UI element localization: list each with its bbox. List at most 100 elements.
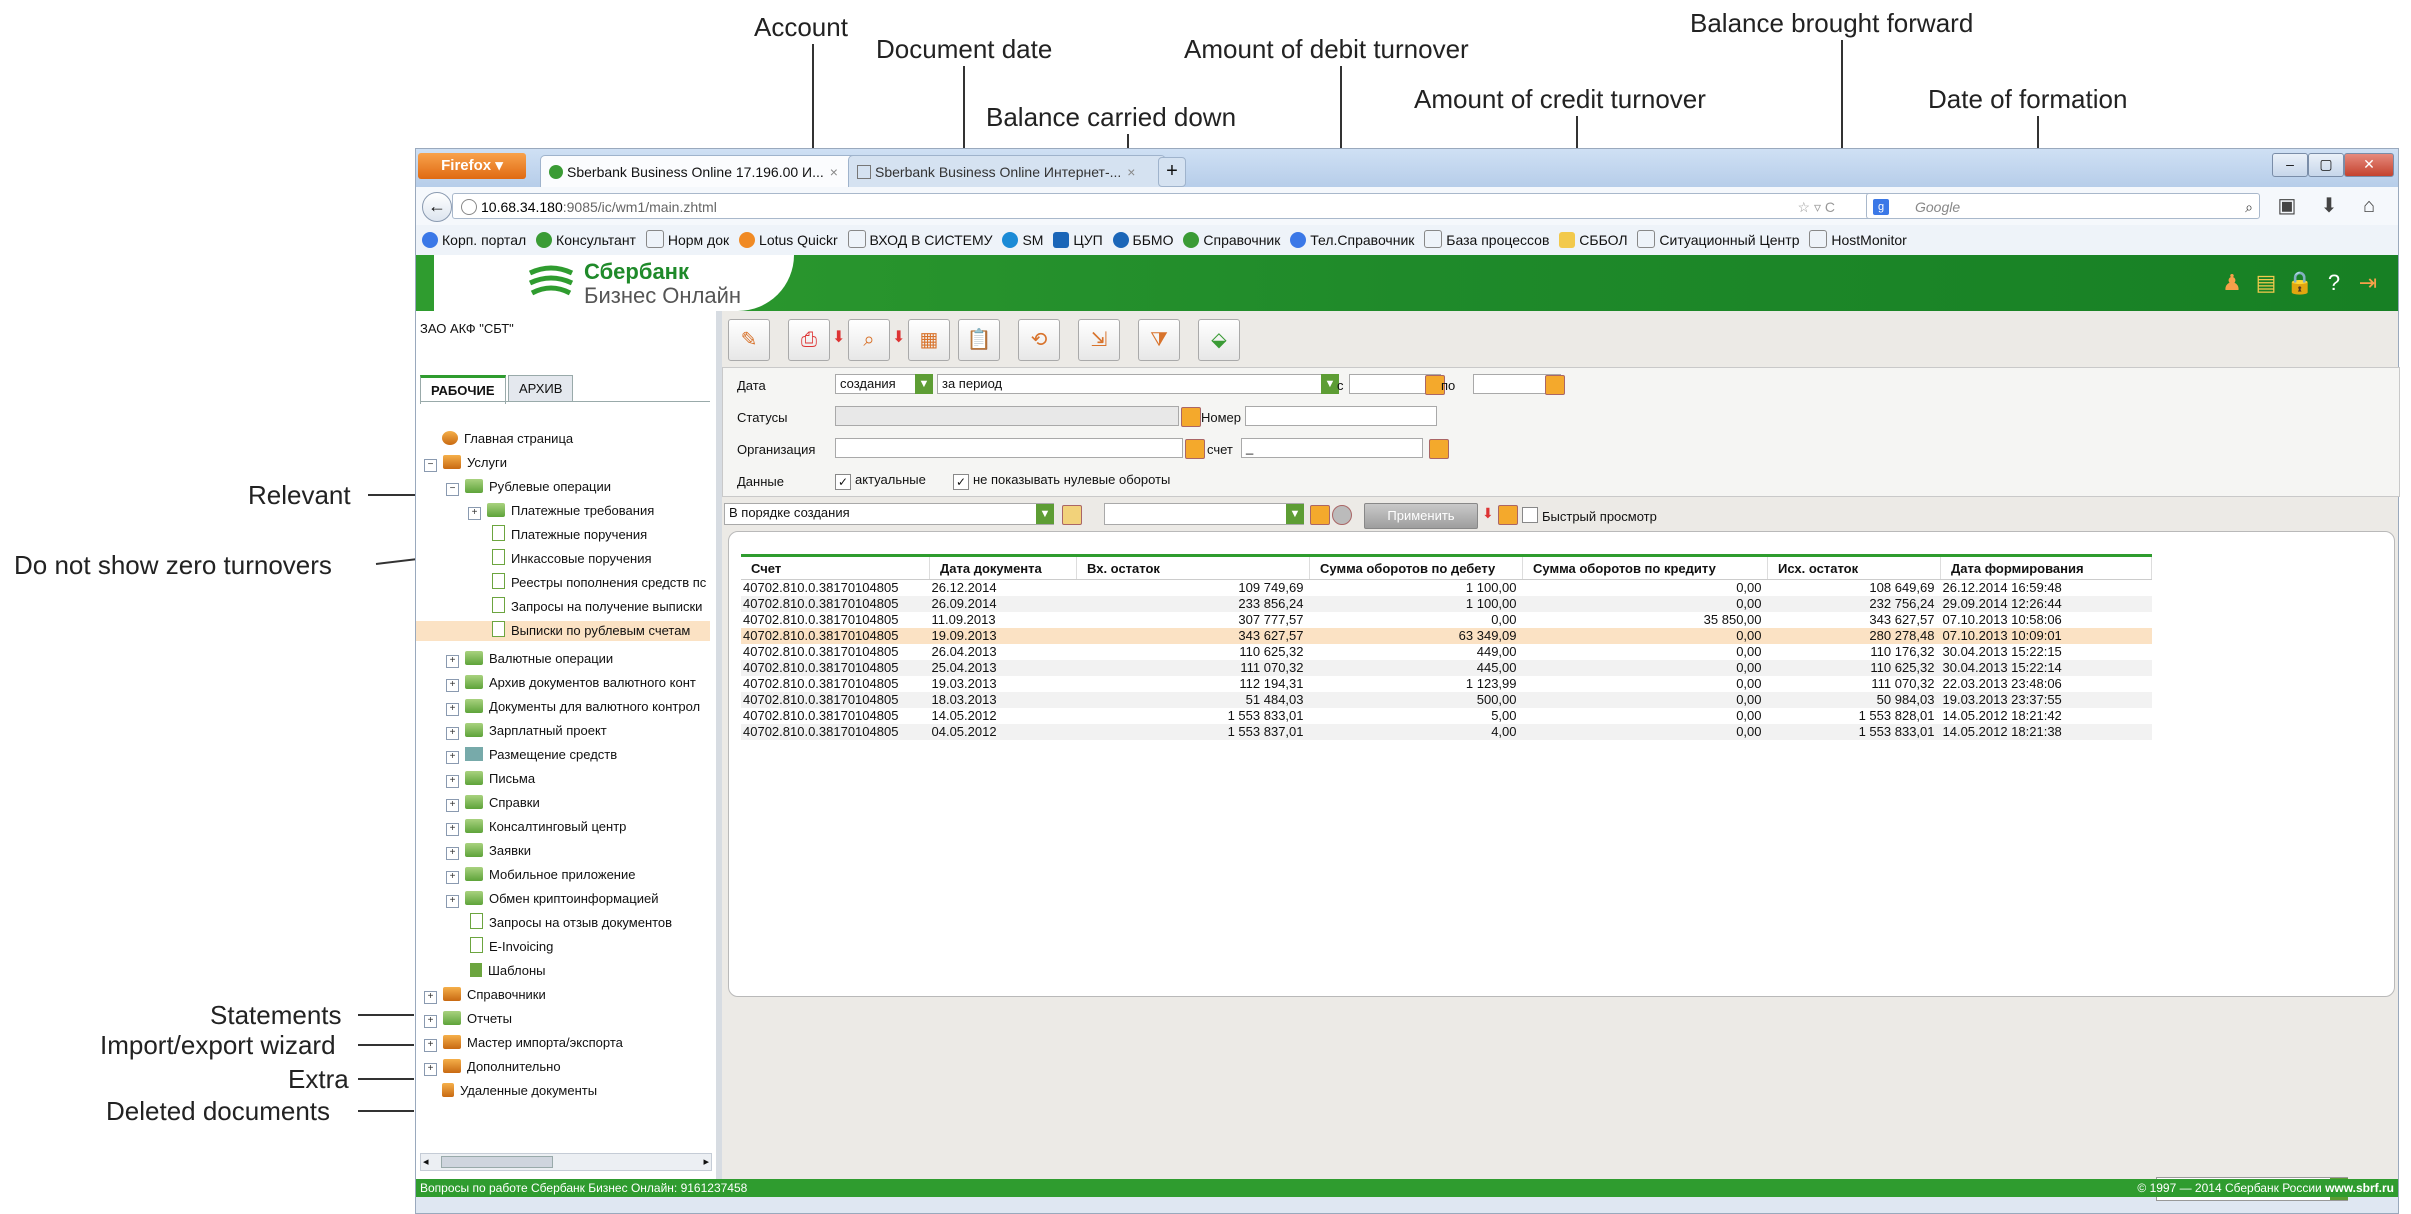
apply-button[interactable]: Применить xyxy=(1364,503,1478,529)
clear-view-icon[interactable] xyxy=(1332,505,1352,525)
column-header-debit-turnover[interactable]: Сумма оборотов по дебету xyxy=(1309,554,1523,580)
number-input[interactable] xyxy=(1245,406,1437,426)
export-button[interactable]: ⇲ xyxy=(1078,319,1120,361)
chevron-down-icon[interactable]: ▼ xyxy=(1286,504,1304,524)
sberbank-logo[interactable]: Сбербанк Бизнес Онлайн xyxy=(434,255,794,311)
tab-sberbank-active[interactable]: Sberbank Business Online 17.196.00 И... × xyxy=(540,155,858,188)
bookmark-item[interactable]: Справочник xyxy=(1183,225,1280,255)
tree-item-revocation-requests[interactable]: Запросы на отзыв документов xyxy=(470,913,672,933)
preview-dropdown-icon[interactable]: ⬇ xyxy=(892,327,905,347)
tree-item-services[interactable]: − Услуги xyxy=(424,453,507,473)
tree-item-collection-orders[interactable]: Инкассовые поручения xyxy=(492,549,652,569)
refresh-button[interactable]: ⟲ xyxy=(1018,319,1060,361)
period-select[interactable]: за период xyxy=(937,374,1333,394)
help-icon[interactable]: ? xyxy=(2320,269,2348,297)
expand-icon[interactable]: + xyxy=(446,751,459,764)
tree-item-reports[interactable]: + Отчеты xyxy=(424,1009,512,1029)
expand-icon[interactable]: + xyxy=(446,871,459,884)
expand-icon[interactable]: + xyxy=(446,823,459,836)
import-button[interactable]: ⬙ xyxy=(1198,319,1240,361)
collapse-icon[interactable]: − xyxy=(446,483,459,496)
expand-icon[interactable]: + xyxy=(446,847,459,860)
expand-icon[interactable]: + xyxy=(424,1015,437,1028)
filter-settings-icon[interactable] xyxy=(1498,505,1518,525)
tree-item-home[interactable]: Главная страница xyxy=(442,429,573,449)
table-row[interactable]: 40702.810.0.38170104805 26.09.2014 233 856… xyxy=(741,596,2152,612)
tree-item-crypto-exchange[interactable]: + Обмен криптоинформацией xyxy=(446,889,658,909)
apply-dropdown-icon[interactable]: ⬇ xyxy=(1482,505,1494,522)
tree-item-ruble-operations[interactable]: − Рублевые операции xyxy=(446,477,611,497)
url-input[interactable]: 10.68.34.180:9085/ic/wm1/main.zhtml ☆ ▿ … xyxy=(452,193,1876,219)
organization-input[interactable] xyxy=(835,438,1183,458)
bookmark-item[interactable]: ВХОД В СИСТЕМУ xyxy=(847,225,993,255)
column-header-document-date[interactable]: Дата документа xyxy=(929,554,1077,580)
tree-item-statement-requests[interactable]: Запросы на получение выписки xyxy=(492,597,702,617)
bookmark-item[interactable]: База процессов xyxy=(1424,225,1549,255)
sort-direction-icon[interactable] xyxy=(1062,505,1082,525)
expand-icon[interactable]: + xyxy=(446,679,459,692)
tree-item-ruble-statements[interactable]: Выписки по рублевым счетам xyxy=(416,621,710,641)
sort-select[interactable]: В порядке создания xyxy=(724,503,1054,525)
clipboard-button[interactable]: 📋 xyxy=(958,319,1000,361)
expand-icon[interactable]: + xyxy=(446,655,459,668)
list-icon[interactable] xyxy=(1181,407,1201,427)
table-row[interactable]: 40702.810.0.38170104805 19.09.2013 343 627… xyxy=(741,628,2152,644)
download-icon[interactable]: ⬇ xyxy=(2316,193,2342,219)
date-type-select[interactable]: создания xyxy=(835,374,927,394)
tree-item-letters[interactable]: + Письма xyxy=(446,769,535,789)
column-header-outgoing-balance[interactable]: Исх. остаток xyxy=(1767,554,1941,580)
back-arrow-icon[interactable]: ← xyxy=(422,192,452,222)
print-button[interactable]: ⎙ xyxy=(788,319,830,361)
tree-item-deleted-documents[interactable]: Удаленные документы xyxy=(442,1081,597,1101)
tree-item-import-export-wizard[interactable]: + Мастер импорта/экспорта xyxy=(424,1033,623,1053)
lock-icon[interactable]: 🔒 xyxy=(2286,269,2314,297)
tab-archive[interactable]: АРХИВ xyxy=(508,375,574,402)
table-row[interactable]: 40702.810.0.38170104805 11.09.2013 307 777… xyxy=(741,612,2152,628)
expand-icon[interactable]: + xyxy=(446,895,459,908)
statuses-input[interactable] xyxy=(835,406,1179,426)
table-row[interactable]: 40702.810.0.38170104805 19.03.2013 112 194… xyxy=(741,676,2152,692)
tab-sberbank-internet[interactable]: Sberbank Business Online Интернет-... × xyxy=(848,155,1166,188)
scroll-thumb[interactable] xyxy=(441,1156,553,1168)
list-icon[interactable] xyxy=(1185,439,1205,459)
bookmarks-menu-icon[interactable]: ▣ xyxy=(2274,193,2300,219)
bookmark-item[interactable]: ББМО xyxy=(1112,225,1173,255)
exit-icon[interactable]: ⇥ xyxy=(2354,269,2382,297)
preview-button[interactable]: ⌕ xyxy=(848,319,890,361)
view-select[interactable] xyxy=(1104,503,1304,525)
bookmark-item[interactable]: ЦУП xyxy=(1053,225,1103,255)
expand-icon[interactable]: + xyxy=(446,703,459,716)
scroll-right-icon[interactable]: ▸ xyxy=(703,1154,709,1170)
calendar-icon[interactable]: ▤ xyxy=(2252,269,2280,297)
checkmark-icon[interactable]: ✓ xyxy=(835,474,851,490)
tree-item-currency-operations[interactable]: + Валютные операции xyxy=(446,649,613,669)
bookmark-item[interactable]: СББОЛ xyxy=(1559,225,1628,255)
tree-item-salary-project[interactable]: + Зарплатный проект xyxy=(446,721,607,741)
calendar-icon[interactable] xyxy=(1545,375,1565,395)
tree-item-replenishment-registers[interactable]: Реестры пополнения средств пс xyxy=(492,573,706,593)
chevron-down-icon[interactable]: ▼ xyxy=(915,374,933,394)
tab-work[interactable]: РАБОЧИЕ xyxy=(420,375,506,404)
tree-item-templates[interactable]: Шаблоны xyxy=(470,961,546,981)
expand-icon[interactable]: + xyxy=(468,507,481,520)
table-row[interactable]: 40702.810.0.38170104805 26.12.2014 109 749… xyxy=(741,580,2152,597)
tree-item-applications[interactable]: + Заявки xyxy=(446,841,531,861)
bookmark-item[interactable]: Норм док xyxy=(645,225,729,255)
home-icon[interactable]: ⌂ xyxy=(2356,193,2382,219)
checkmark-icon[interactable]: ✓ xyxy=(953,474,969,490)
collapse-icon[interactable]: − xyxy=(424,459,437,472)
search-input[interactable]: g Google ⌕ xyxy=(1866,193,2260,219)
calendar-button[interactable]: ▦ xyxy=(908,319,950,361)
bookmark-item[interactable]: Консультант xyxy=(536,225,636,255)
tree-item-mobile-app[interactable]: + Мобильное приложение xyxy=(446,865,635,885)
account-input[interactable]: _ xyxy=(1241,438,1423,458)
close-tab-icon[interactable]: × xyxy=(830,164,838,180)
table-row[interactable]: 40702.810.0.38170104805 14.05.2012 1 553 8… xyxy=(741,708,2152,724)
search-icon[interactable]: ⌕ xyxy=(2245,194,2253,220)
tree-item-currency-control-docs[interactable]: + Документы для валютного контрол xyxy=(446,697,700,717)
tree-item-directories[interactable]: + Справочники xyxy=(424,985,546,1005)
print-dropdown-icon[interactable]: ⬇ xyxy=(832,327,845,347)
scroll-left-icon[interactable]: ◂ xyxy=(423,1154,429,1170)
expand-icon[interactable]: + xyxy=(446,727,459,740)
bookmark-item[interactable]: Ситуационный Центр xyxy=(1637,225,1799,255)
